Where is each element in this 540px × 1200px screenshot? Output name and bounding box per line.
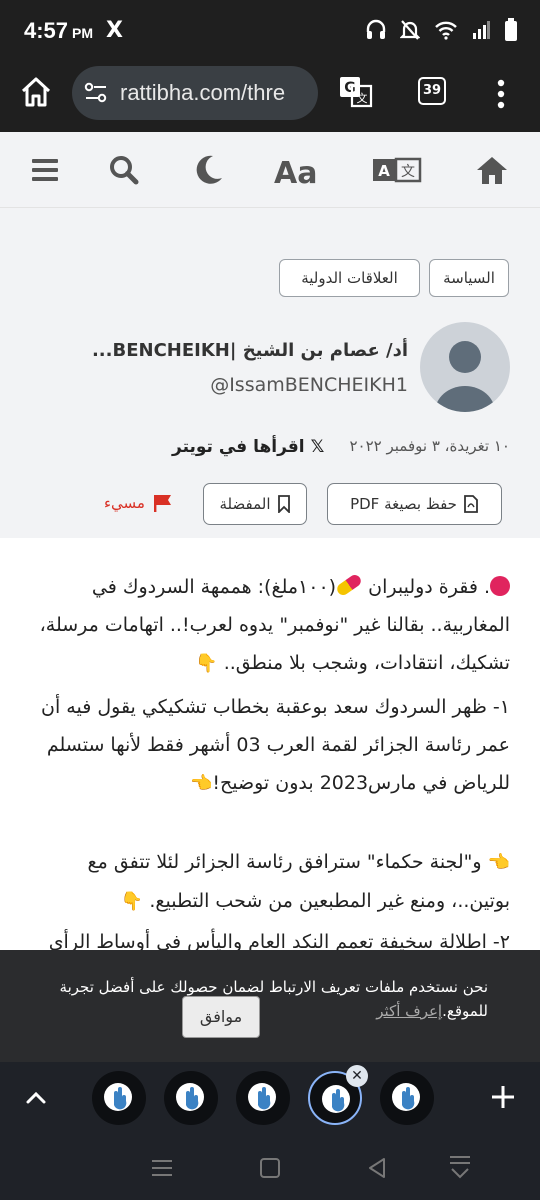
cookie-text-line2: للموقع.إعرف أكثر: [376, 1002, 488, 1020]
svg-text:文: 文: [357, 91, 368, 105]
read-on-twitter-link[interactable]: 𝕏 اقرأها في تويتر: [172, 437, 324, 457]
svg-text:A: A: [378, 162, 390, 180]
tag-international-relations[interactable]: العلاقات الدولية: [279, 259, 420, 297]
address-bar[interactable]: rattibha.com/thre: [72, 66, 318, 120]
tag-politics[interactable]: السياسة: [429, 259, 509, 297]
recent-apps-icon[interactable]: [150, 1158, 174, 1178]
tab-thumbnail[interactable]: [380, 1071, 434, 1125]
url-text: rattibha.com/thre: [120, 80, 286, 105]
site-favicon-icon: [322, 1085, 350, 1113]
pdf-file-icon: [464, 495, 478, 513]
site-favicon-icon: [248, 1083, 276, 1111]
tweet-count: ١٠ تغريدة،: [444, 437, 510, 455]
tweet-paragraph: ١- ظهر السردوك سعد بوعقبة بخطاب تشكيكي ي…: [25, 688, 510, 803]
home-nav-icon[interactable]: [259, 1157, 281, 1179]
red-circle-emoji-icon: [490, 576, 510, 596]
close-tab-icon[interactable]: ✕: [346, 1065, 368, 1087]
dark-mode-moon-icon[interactable]: [194, 152, 224, 188]
tab-thumbnail-active[interactable]: ✕: [308, 1065, 368, 1125]
save-pdf-button[interactable]: حفظ بصيغة PDF: [327, 483, 502, 525]
thread-article: . فقرة دوليبران (١٠٠ملغ): هممهة السردوك …: [0, 538, 540, 953]
site-favicon-icon: [104, 1083, 132, 1111]
x-logo-icon: 𝕏: [310, 437, 325, 457]
tab-group-strip: ✕: [0, 1062, 540, 1134]
signal-icon: [473, 21, 490, 39]
cookie-banner: نحن نستخدم ملفات تعريف الارتباط لضمان حص…: [0, 950, 540, 1062]
site-settings-icon: [84, 82, 107, 103]
user-placeholder-icon: [435, 341, 495, 412]
pill-emoji-icon: [335, 572, 364, 598]
thread-meta: ١٠ تغريدة، ٣ نوفمبر ٢٠٢٢: [349, 437, 510, 455]
font-size-icon[interactable]: Aa: [274, 152, 322, 188]
headphones-icon: [366, 19, 386, 39]
cookie-text: نحن نستخدم ملفات تعريف الارتباط لضمان حص…: [59, 978, 488, 996]
new-tab-plus-icon[interactable]: [488, 1082, 518, 1112]
flag-icon: [153, 495, 171, 512]
browser-toolbar: rattibha.com/thre G文 39: [0, 60, 540, 132]
tab-thumbnail[interactable]: [92, 1071, 146, 1125]
pointing-left-emoji-icon: 👈: [189, 773, 213, 794]
tweet-paragraph: 👈 و"لجنة حكماء" سترافق رئاسة الجزائر لئل…: [25, 843, 510, 921]
browser-menu-button[interactable]: [494, 76, 508, 116]
svg-text:文: 文: [401, 164, 415, 180]
tab-thumbnail[interactable]: [164, 1071, 218, 1125]
home-icon[interactable]: [474, 152, 510, 188]
wifi-icon: [435, 21, 457, 40]
author-name[interactable]: أد/ عصام بن الشيخ |BENCHEIKH...: [92, 340, 408, 361]
bell-off-icon: [400, 20, 420, 40]
more-vert-icon: [497, 79, 505, 109]
language-toggle-icon[interactable]: A文: [372, 152, 422, 188]
chevron-up-icon[interactable]: [22, 1084, 50, 1112]
cookie-accept-button[interactable]: موافق: [182, 996, 260, 1038]
site-toolbar: Aa A文: [0, 132, 540, 208]
site-favicon-icon: [392, 1083, 420, 1111]
keyboard-hide-icon[interactable]: [448, 1154, 472, 1182]
status-icons: [366, 18, 518, 42]
hamburger-menu-icon[interactable]: [30, 152, 60, 188]
learn-more-link[interactable]: إعرف أكثر: [376, 1002, 442, 1020]
author-handle[interactable]: @IssamBENCHEIKH1: [210, 374, 408, 396]
status-bar: 4:57 PM X: [0, 0, 540, 60]
tab-thumbnail[interactable]: [236, 1071, 290, 1125]
thread-date: ٣ نوفمبر ٢٠٢٢: [349, 437, 440, 455]
translate-icon: G文: [340, 77, 373, 108]
home-icon: [21, 77, 51, 107]
status-time: 4:57 PM: [24, 18, 94, 43]
bookmark-icon: [277, 495, 290, 513]
browser-home-button[interactable]: [18, 74, 54, 110]
x-notification-icon: X: [106, 18, 123, 43]
battery-icon: [505, 18, 517, 41]
translate-button[interactable]: G文: [338, 74, 374, 110]
svg-text:Aa: Aa: [274, 156, 317, 188]
search-icon[interactable]: [108, 152, 140, 188]
pointing-left-emoji-icon: 👈: [487, 852, 510, 873]
pointing-down-emoji-icon: 👇: [120, 891, 144, 912]
favorite-button[interactable]: المفضلة: [203, 483, 307, 525]
author-avatar[interactable]: [420, 322, 510, 412]
tab-switcher-button[interactable]: 39: [418, 77, 446, 105]
report-abuse-button[interactable]: مسيء: [104, 494, 173, 512]
back-nav-icon[interactable]: [366, 1156, 388, 1180]
system-navigation-bar: [0, 1134, 540, 1200]
svg-text:G: G: [344, 80, 356, 96]
site-favicon-icon: [176, 1083, 204, 1111]
pointing-down-emoji-icon: 👇: [195, 653, 218, 674]
tweet-paragraph: . فقرة دوليبران (١٠٠ملغ): هممهة السردوك …: [25, 568, 510, 683]
